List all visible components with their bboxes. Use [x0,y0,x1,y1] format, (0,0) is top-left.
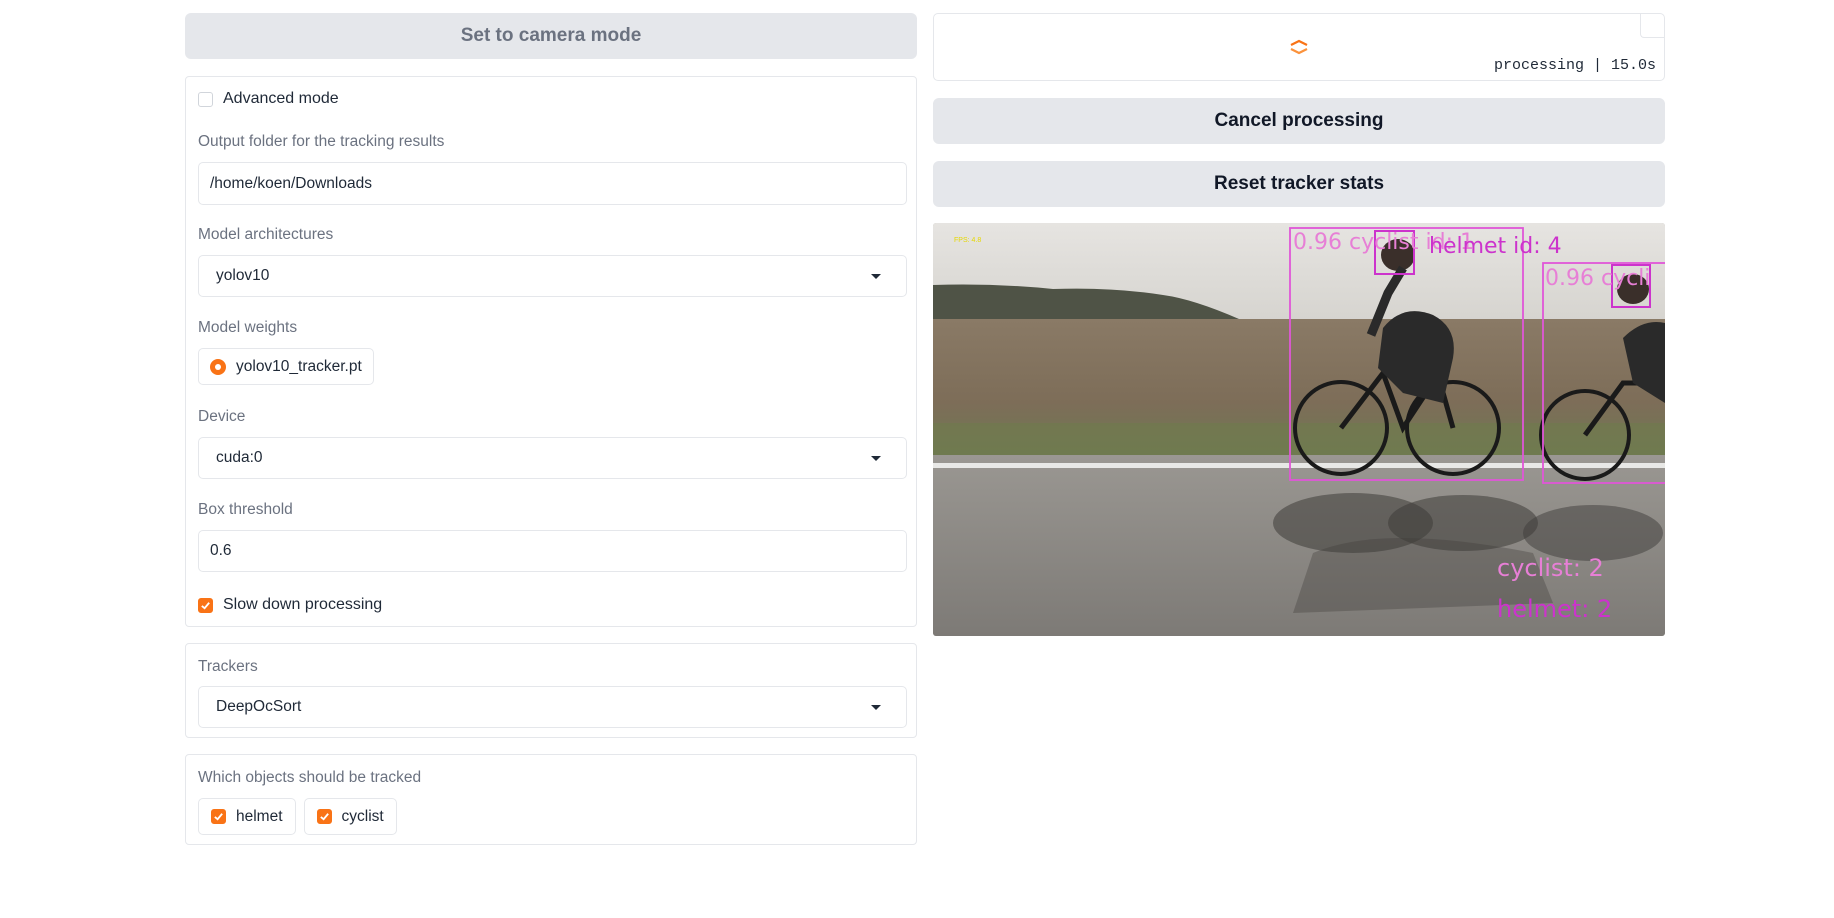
slow-down-checkbox[interactable] [198,597,213,613]
checkmark-icon [319,813,329,821]
device-value: cuda:0 [216,449,263,466]
grass-strip [933,423,1665,459]
model-weights-label: Model weights [198,319,298,336]
model-architectures-dropdown[interactable]: yolov10 [198,255,907,297]
checkmark-icon [214,813,223,821]
objects-label: Which objects should be tracked [198,769,422,786]
objects-panel: Which objects should be tracked helmet c… [185,754,917,845]
video-scene: FPS: 4.8 0.96 cyclist id: 1 helmet id: 4… [933,223,1665,636]
output-folder-input[interactable]: /home/koen/Downloads [198,162,907,205]
processing-status-box: processing | 15.0s [933,13,1665,81]
trackers-value: DeepOcSort [216,698,302,715]
box-threshold-input[interactable]: 0.6 [198,530,907,572]
advanced-mode-checkbox-row[interactable]: Advanced mode [198,90,339,108]
advanced-mode-label: Advanced mode [223,90,339,107]
object-option-helmet[interactable]: helmet [198,798,296,835]
device-label: Device [198,408,246,425]
model-weights-option[interactable]: yolov10_tracker.pt [198,348,374,385]
chevron-down-icon [871,273,881,279]
chevron-down-icon [871,455,881,461]
fps-label: FPS: 4.8 [954,237,981,244]
helmet-option-label: helmet [236,807,283,825]
device-dropdown[interactable]: cuda:0 [198,437,907,479]
model-weights-option-label: yolov10_tracker.pt [236,357,362,375]
objects-options: helmet cyclist [198,798,397,835]
radio-selected-icon[interactable] [210,358,226,375]
tracking-video-frame: FPS: 4.8 0.96 cyclist id: 1 helmet id: 4… [933,223,1665,636]
output-folder-label: Output folder for the tracking results [198,133,445,150]
reset-tracker-stats-button[interactable]: Reset tracker stats [933,161,1665,207]
object-option-cyclist[interactable]: cyclist [303,798,397,835]
model-architectures-value: yolov10 [216,267,270,284]
loading-spinner-icon [1290,39,1308,55]
detection-label-helmet-4: helmet id: 4 [1429,234,1562,259]
count-label-helmet: helmet: 2 [1497,595,1612,623]
slow-down-checkbox-row[interactable]: Slow down processing [198,596,382,614]
trackers-panel: Trackers DeepOcSort [185,643,917,738]
helmet-checkbox[interactable] [211,809,226,824]
count-label-cyclist: cyclist: 2 [1497,554,1604,582]
cyclist-option-label: cyclist [341,807,384,825]
cyclist-checkbox[interactable] [316,809,332,824]
set-camera-mode-button[interactable]: Set to camera mode [185,13,917,59]
model-architectures-label: Model architectures [198,226,334,243]
trackers-label: Trackers [198,658,258,675]
checkmark-icon [201,601,210,610]
slow-down-label: Slow down processing [223,596,383,613]
status-corner-toggle [1640,14,1664,38]
trackers-dropdown[interactable]: DeepOcSort [198,686,907,728]
processing-status-text: processing | 15.0s [1493,57,1656,74]
settings-panel: Advanced mode Output folder for the trac… [185,76,917,627]
chevron-down-icon [871,704,881,710]
advanced-mode-checkbox[interactable] [198,91,213,107]
cancel-processing-button[interactable]: Cancel processing [933,98,1665,144]
detection-label-cyclist-2: 0.96 cycli [1545,266,1650,291]
box-threshold-label: Box threshold [198,501,293,518]
shadow-wheel [1523,505,1663,561]
